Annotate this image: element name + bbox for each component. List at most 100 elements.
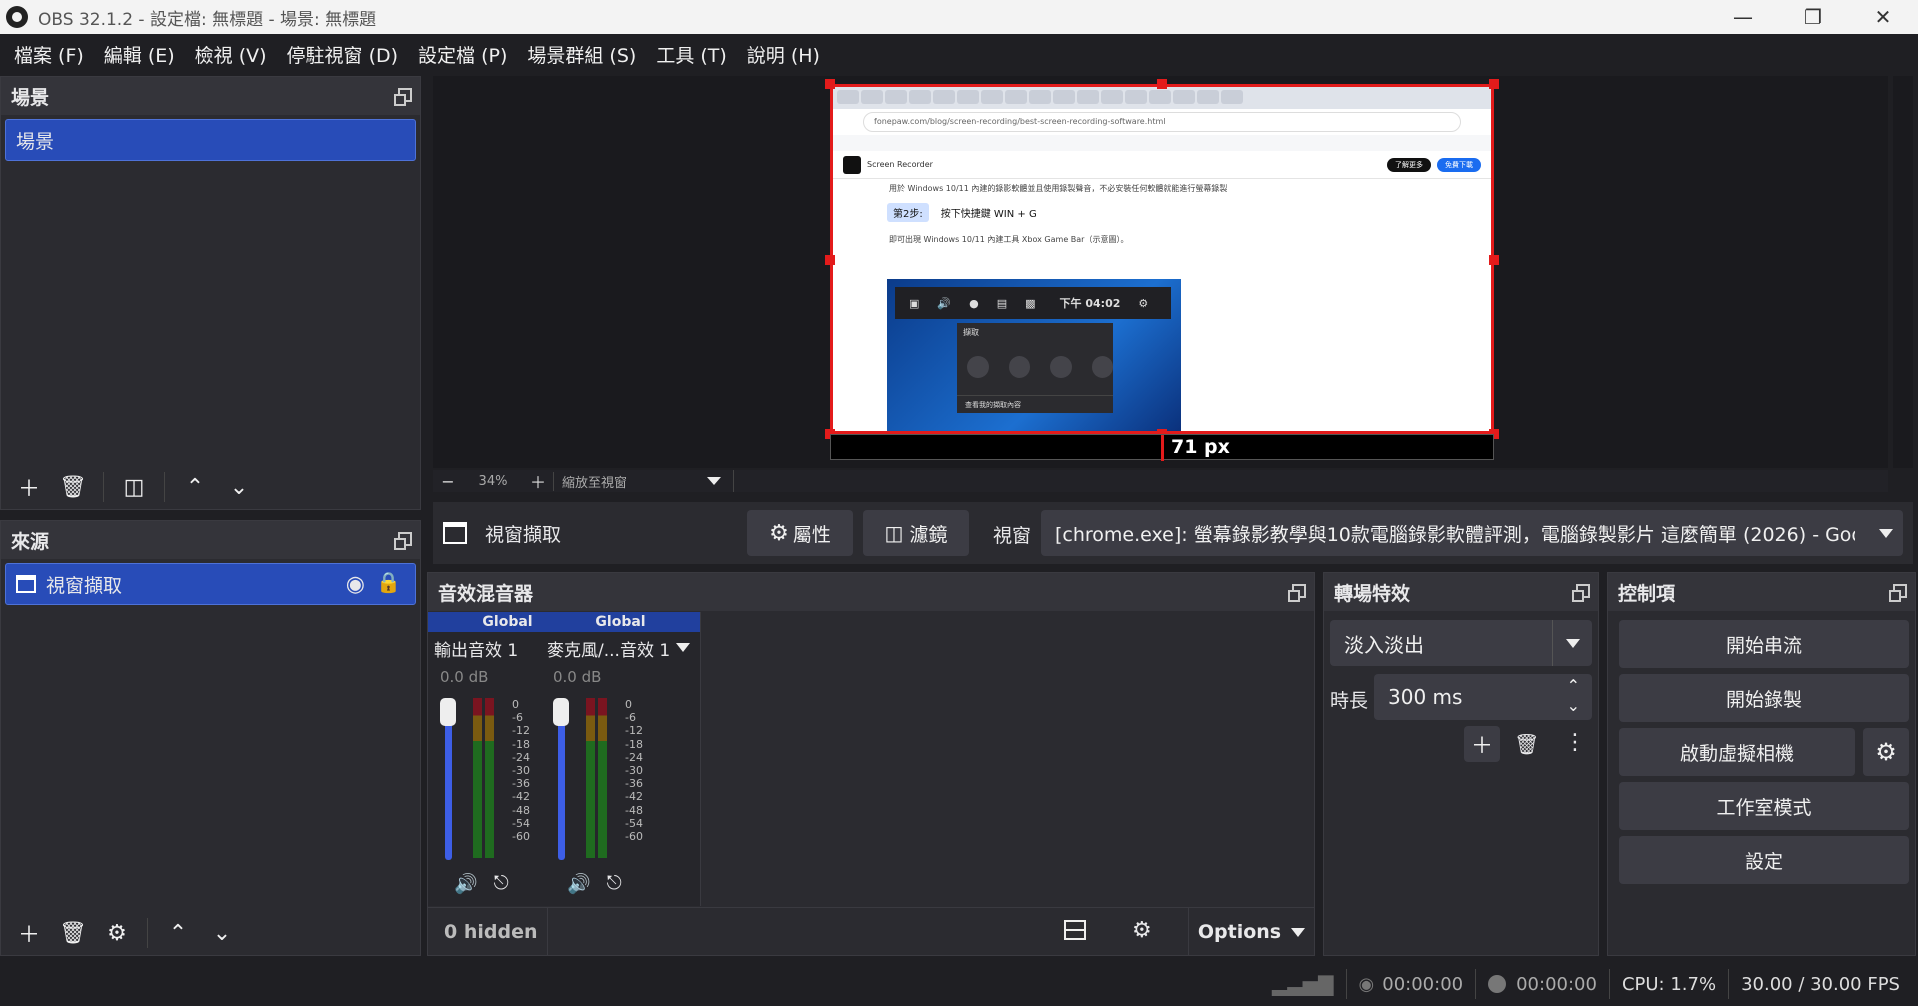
browser-bookmarks-bar <box>833 135 1491 151</box>
record-icon <box>1050 356 1072 378</box>
menu-profile[interactable]: 設定檔 (P) <box>408 41 517 68</box>
transition-type-select[interactable]: 淡入淡出 <box>1330 620 1592 666</box>
menu-edit[interactable]: 編輯 (E) <box>94 41 185 68</box>
remove-scene-button[interactable]: 🗑 <box>55 469 91 505</box>
gamebar-time: 下午 04:02 <box>1059 297 1121 310</box>
headphone-monitor-icon[interactable]: ⎋ <box>607 872 622 895</box>
game-bar: ▣ 🔊 ● ▤ ▩ 下午 04:02 ⚙ <box>895 287 1171 319</box>
zoom-mode-select[interactable]: 縮放至視窗 <box>553 471 703 491</box>
move-source-down-button[interactable]: ⌄ <box>204 915 240 951</box>
zoom-out-button[interactable]: − <box>433 472 463 491</box>
menu-file[interactable]: 檔案 (F) <box>4 41 94 68</box>
volume-slider-knob[interactable] <box>553 698 569 726</box>
sources-toolbar: ＋ 🗑 ⚙ ⌃ ⌄ <box>1 911 420 955</box>
headphone-monitor-icon[interactable]: ⎋ <box>494 872 509 895</box>
visibility-eye-icon[interactable]: ◉ <box>346 572 365 597</box>
settings-button[interactable]: 設定 <box>1619 836 1909 884</box>
speaker-icon[interactable]: 🔊 <box>454 872 478 895</box>
channel-head: Global <box>541 612 700 632</box>
source-toolbar-name: 視窗擷取 <box>485 523 562 546</box>
preview-zoom-bar: − 34% ＋ 縮放至視窗 <box>433 470 1888 492</box>
menu-tools[interactable]: 工具 (T) <box>646 41 736 68</box>
zoom-in-button[interactable]: ＋ <box>523 469 553 493</box>
scenes-dock: 場景 場景 ＋ 🗑 ◫ ⌃ ⌄ <box>0 76 421 510</box>
scene-filters-button[interactable]: ◫ <box>116 469 152 505</box>
channel-name-label: 麥克風/...音效 1 <box>547 640 671 661</box>
performance-icon: ▤ <box>996 296 1008 310</box>
properties-button[interactable]: ⚙ 屬性 <box>747 510 853 556</box>
undock-icon[interactable] <box>1889 584 1907 602</box>
mixer-channel-mic: Global 麥克風/...音效 1 0.0 dB 0 -6 -12 -18 -24-… <box>541 612 701 906</box>
preview-horizontal-scrollbar[interactable] <box>733 470 1888 492</box>
menu-help[interactable]: 說明 (H) <box>737 41 830 68</box>
add-transition-button[interactable]: ＋ <box>1464 726 1500 762</box>
menu-view[interactable]: 檢視 (V) <box>185 41 277 68</box>
remove-transition-button[interactable]: 🗑 <box>1514 732 1539 756</box>
meter-scale: 0 -6 -12 -18 -24 -30 -36 -42 -48 -54 -60 <box>512 698 530 844</box>
options-button[interactable]: Options <box>1188 908 1314 956</box>
resize-handle[interactable] <box>1489 79 1499 89</box>
window-capture-icon <box>16 575 36 593</box>
resize-handle[interactable] <box>1157 79 1167 89</box>
lock-icon[interactable]: 🔒 <box>376 570 401 594</box>
toolbar-divider <box>147 918 148 948</box>
record-time: 00:00:00 <box>1516 973 1597 995</box>
duration-value: 300 ms <box>1388 685 1463 709</box>
toolbar-divider <box>103 472 104 502</box>
volume-slider-knob[interactable] <box>440 698 456 726</box>
transition-menu-icon[interactable]: ⋮ <box>1564 730 1586 755</box>
add-scene-button[interactable]: ＋ <box>11 469 47 505</box>
speaker-icon[interactable]: 🔊 <box>567 872 591 895</box>
start-recording-button[interactable]: 開始錄製 <box>1619 674 1909 722</box>
close-button[interactable]: ✕ <box>1848 0 1918 34</box>
move-scene-up-button[interactable]: ⌃ <box>177 469 213 505</box>
article-screenshot: ▣ 🔊 ● ▤ ▩ 下午 04:02 ⚙ 擷取 查看我的擷取內容 <box>887 279 1181 431</box>
start-virtual-camera-button[interactable]: 啟動虛擬相機 <box>1619 728 1855 776</box>
menu-docks[interactable]: 停駐視窗 (D) <box>277 41 409 68</box>
duration-label: 時長 <box>1330 690 1369 712</box>
duration-spinbox[interactable]: 300 ms ⌃ ⌄ <box>1374 674 1592 720</box>
resize-handle[interactable] <box>825 79 835 89</box>
zoom-mode-dropdown-icon[interactable] <box>707 477 721 485</box>
undock-icon[interactable] <box>394 532 412 550</box>
source-properties-gear-icon[interactable]: ⚙ <box>99 915 135 951</box>
spin-up-icon[interactable]: ⌃ <box>1567 676 1580 695</box>
maximize-button[interactable]: ❐ <box>1778 0 1848 34</box>
resize-handle[interactable] <box>1489 255 1499 265</box>
add-source-button[interactable]: ＋ <box>11 915 47 951</box>
record-last-icon <box>1008 356 1030 378</box>
studio-mode-button[interactable]: 工作室模式 <box>1619 782 1909 830</box>
source-item[interactable]: 視窗擷取 ◉ 🔒 <box>5 563 416 605</box>
move-scene-down-button[interactable]: ⌄ <box>221 469 257 505</box>
minimize-button[interactable]: — <box>1708 0 1778 34</box>
filters-button[interactable]: ◫ 濾鏡 <box>863 510 969 556</box>
menu-scene-collection[interactable]: 場景群組 (S) <box>517 41 646 68</box>
options-label: Options <box>1197 921 1282 943</box>
undock-icon[interactable] <box>394 88 412 106</box>
scene-item[interactable]: 場景 <box>5 119 416 161</box>
advanced-audio-gear-icon[interactable]: ⚙ <box>1132 918 1152 943</box>
distance-indicator: 71 px <box>830 434 1494 461</box>
level-meter-right <box>485 698 494 858</box>
start-streaming-button[interactable]: 開始串流 <box>1619 620 1909 668</box>
spin-down-icon[interactable]: ⌄ <box>1567 696 1580 715</box>
window-capture-preview[interactable]: fonepaw.com/blog/screen-recording/best-s… <box>830 84 1494 434</box>
preview-vertical-scrollbar[interactable] <box>1893 76 1913 468</box>
undock-icon[interactable] <box>1288 584 1306 602</box>
channel-name[interactable]: 麥克風/...音效 1 <box>541 632 700 664</box>
obs-logo-icon <box>6 6 28 28</box>
mixer-layout-icon[interactable] <box>1064 920 1086 940</box>
title-bar: OBS 32.1.2 - 設定檔: 無標題 - 場景: 無標題 — ❐ ✕ <box>0 0 1918 34</box>
article-step: 第2步: 按下快捷鍵 WIN + G <box>887 203 1491 222</box>
source-item-label: 視窗擷取 <box>46 574 123 597</box>
move-source-up-button[interactable]: ⌃ <box>160 915 196 951</box>
undock-icon[interactable] <box>1572 584 1590 602</box>
virtual-camera-gear-icon[interactable]: ⚙ <box>1863 728 1909 776</box>
chevron-down-icon[interactable] <box>676 643 690 652</box>
resize-handle[interactable] <box>825 255 835 265</box>
properties-label: 屬性 <box>792 523 831 546</box>
window-select[interactable]: [chrome.exe]: 螢幕錄影教學與10款電腦錄影軟體評測，電腦錄製影片 … <box>1041 510 1903 556</box>
stream-time: 00:00:00 <box>1382 973 1464 995</box>
article-text: 用於 Windows 10/11 內建的錄影軟體並且使用錄製聲音，不必安裝任何軟… <box>889 184 1228 193</box>
remove-source-button[interactable]: 🗑 <box>55 915 91 951</box>
